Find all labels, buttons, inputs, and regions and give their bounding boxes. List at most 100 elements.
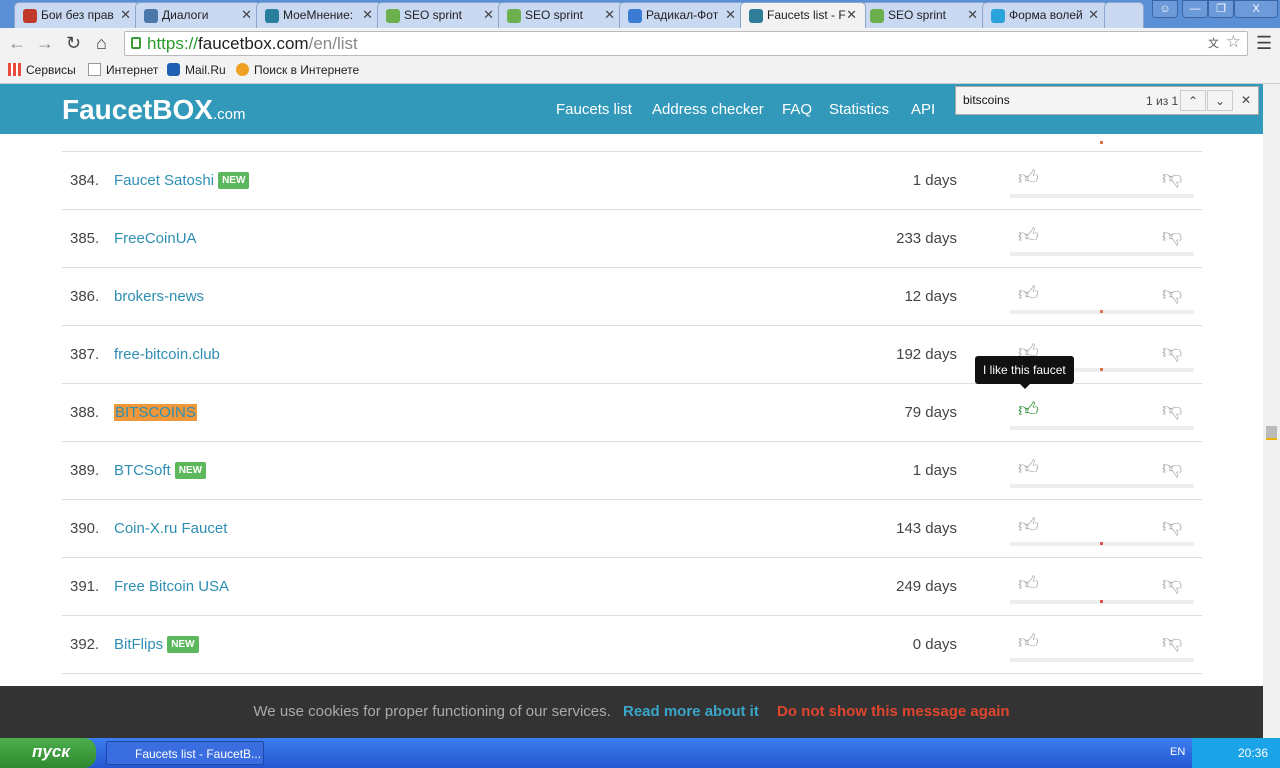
tab[interactable]: SEO sprint ✕ [498,2,624,28]
thumbs-down-icon[interactable]: 👎︎ [1162,572,1182,596]
menu-icon[interactable]: ☰ [1256,33,1272,54]
favicon-icon [144,9,158,23]
thumbs-down-icon[interactable]: 👎︎ [1162,630,1182,654]
bookmark-apps[interactable]: Сервисы [8,63,76,77]
nav-api[interactable]: API [911,101,935,118]
thumbs-up-icon[interactable]: 👍︎ [1018,282,1039,306]
faucet-link[interactable]: BTCSoft NEW [114,462,207,479]
tab[interactable]: Форма волей ✕ [982,2,1108,28]
faucet-age: 233 days [896,230,957,247]
translate-icon[interactable]: 文 [1208,35,1219,51]
table-row: 384. Faucet Satoshi NEW 1 days 👍︎ 👎︎ [62,151,1202,209]
page-content: FaucetBOX.com Faucets list Address check… [0,84,1263,738]
faucet-link[interactable]: FreeCoinUA [114,230,197,247]
row-number: 391. [70,578,100,595]
vote-marker [1100,310,1103,313]
faucet-link[interactable]: free-bitcoin.club [114,346,220,363]
row-number: 389. [70,462,100,479]
table-row: 389. BTCSoft NEW 1 days 👍︎ 👎︎ [62,441,1202,499]
tab[interactable]: МоеМнение: ✕ [256,2,382,28]
bookmark-mailru[interactable]: Mail.Ru [167,63,226,77]
scrollbar[interactable] [1263,84,1280,738]
thumbs-down-icon[interactable]: 👎︎ [1162,282,1182,306]
close-tab-icon[interactable]: ✕ [1088,7,1099,23]
vote-marker [1100,368,1103,371]
thumbs-down-icon[interactable]: 👎︎ [1162,224,1182,248]
profile-button[interactable]: ☺ [1152,0,1178,18]
close-tab-icon[interactable]: ✕ [604,7,615,23]
nav-faq[interactable]: FAQ [782,101,812,118]
tab[interactable]: SEO sprint ✕ [377,2,503,28]
thumbs-up-icon[interactable]: 👍︎ [1018,630,1039,654]
thumbs-up-icon[interactable]: 👍︎ [1018,514,1039,538]
taskbar-item-chrome[interactable]: Faucets list - FaucetB... [106,741,264,765]
close-tab-icon[interactable]: ✕ [120,7,131,23]
faucet-link[interactable]: Faucet Satoshi NEW [114,172,250,189]
tab[interactable]: Faucets list - F ✕ [740,2,866,28]
nav-statistics[interactable]: Statistics [829,101,889,118]
close-window-button[interactable]: X [1234,0,1278,18]
home-icon[interactable]: ⌂ [96,33,107,54]
find-input[interactable]: bitscoins [959,90,1139,111]
tab[interactable]: Радикал-Фот ✕ [619,2,745,28]
row-number: 388. [70,404,100,421]
tab[interactable]: Диалоги ✕ [135,2,261,28]
row-number: 384. [70,172,100,189]
start-button[interactable]: пуск [0,738,96,768]
vote-bar [1010,252,1194,256]
faucet-link[interactable]: BitFlips NEW [114,636,199,653]
dismiss-cookie-link[interactable]: Do not show this message again [777,703,1010,720]
thumbs-up-icon[interactable]: 👍︎ [1018,398,1039,422]
thumbs-up-icon[interactable]: 👍︎ [1018,572,1039,596]
thumbs-down-icon[interactable]: 👎︎ [1162,514,1182,538]
minimize-button[interactable]: — [1182,0,1208,18]
restore-button[interactable]: ❐ [1208,0,1234,18]
table-row: 392. BitFlips NEW 0 days 👍︎ 👎︎ [62,615,1202,673]
faucet-link[interactable]: BITSCOINS [114,404,197,421]
faucet-age: 249 days [896,578,957,595]
thumbs-down-icon[interactable]: 👎︎ [1162,456,1182,480]
faucet-link[interactable]: Coin-X.ru Faucet [114,520,227,537]
nav-address-checker[interactable]: Address checker [652,101,764,118]
star-icon[interactable]: ☆ [1226,32,1241,52]
bookmark-search[interactable]: Поиск в Интернете [236,63,359,77]
page-icon [88,63,101,76]
thumbs-up-icon[interactable]: 👍︎ [1018,224,1039,248]
close-tab-icon[interactable]: ✕ [483,7,494,23]
close-tab-icon[interactable]: ✕ [725,7,736,23]
close-tab-icon[interactable]: ✕ [846,7,857,23]
forward-icon[interactable]: → [36,33,54,54]
thumbs-up-icon[interactable]: 👍︎ [1018,456,1039,480]
find-previous-button[interactable]: ⌃ [1180,90,1206,111]
new-badge: NEW [174,462,207,479]
find-close-button[interactable]: ✕ [1241,93,1251,107]
nav-faucets-list[interactable]: Faucets list [556,101,632,118]
read-more-link[interactable]: Read more about it [623,703,759,720]
scrollbar-thumb[interactable] [1266,426,1277,440]
site-logo[interactable]: FaucetBOX.com [62,94,245,126]
thumbs-up-icon[interactable]: 👍︎ [1018,166,1039,190]
bookmark-internet[interactable]: Интернет [88,63,158,77]
close-tab-icon[interactable]: ✕ [967,7,978,23]
faucet-link[interactable]: Free Bitcoin USA [114,578,229,595]
vote-bar [1010,194,1194,198]
table-row: 385. FreeCoinUA 233 days 👍︎ 👎︎ [62,209,1202,267]
back-icon[interactable]: ← [8,33,26,54]
language-indicator[interactable]: EN [1170,746,1185,758]
close-tab-icon[interactable]: ✕ [241,7,252,23]
faucet-link[interactable]: brokers-news [114,288,204,305]
address-bar[interactable]: https://faucetbox.com/en/list ☆ 文 [124,31,1248,56]
thumbs-down-icon[interactable]: 👎︎ [1162,398,1182,422]
thumbs-down-icon[interactable]: 👎︎ [1162,166,1182,190]
row-number: 385. [70,230,100,247]
tab[interactable]: SEO sprint ✕ [861,2,987,28]
new-tab-button[interactable] [1104,2,1144,28]
tab[interactable]: Бои без прав ✕ [14,2,140,28]
cookie-banner: We use cookies for proper functioning of… [0,686,1263,738]
find-next-button[interactable]: ⌄ [1207,90,1233,111]
thumbs-down-icon[interactable]: 👎︎ [1162,340,1182,364]
find-bar: bitscoins 1 из 1 ⌃ ⌄ ✕ [955,86,1259,115]
close-tab-icon[interactable]: ✕ [362,7,373,23]
faucet-age: 79 days [904,404,957,421]
reload-icon[interactable]: ↻ [66,33,81,54]
